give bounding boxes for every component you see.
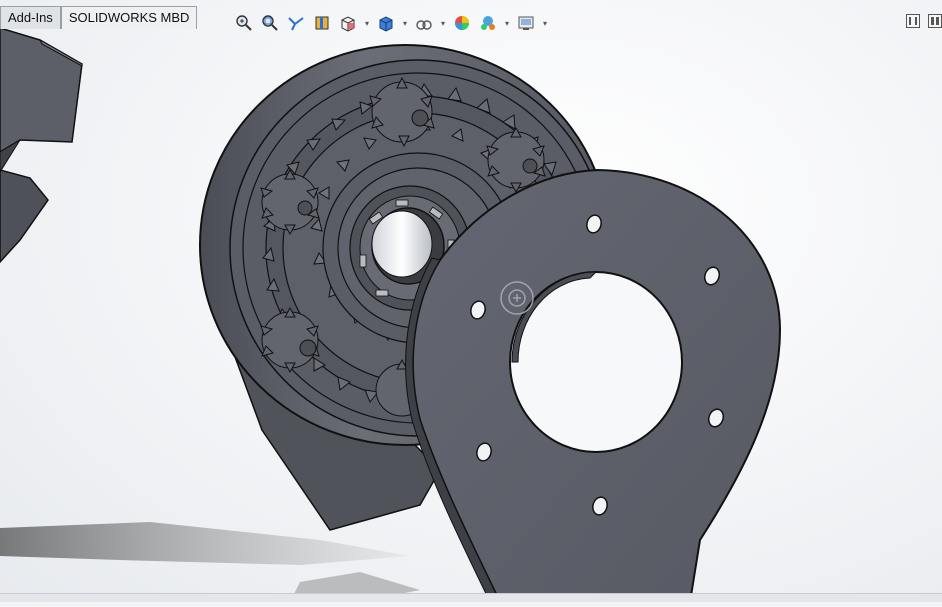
offscreen-part[interactable] bbox=[0, 27, 83, 264]
ground-shadow bbox=[0, 522, 410, 565]
chevron-down-icon[interactable]: ▾ bbox=[502, 11, 512, 35]
cover-plate[interactable] bbox=[405, 168, 782, 603]
command-manager-tabs: Add-Ins SOLIDWORKS MBD bbox=[0, 0, 198, 30]
chevron-down-icon[interactable]: ▾ bbox=[362, 11, 372, 35]
hide-show-items-icon[interactable] bbox=[412, 11, 436, 35]
viewport-window-buttons bbox=[906, 14, 942, 28]
chevron-down-icon[interactable]: ▾ bbox=[400, 11, 410, 35]
zoom-to-area-icon[interactable] bbox=[258, 11, 282, 35]
status-strip bbox=[0, 593, 942, 602]
apply-scene-icon[interactable] bbox=[476, 11, 500, 35]
tab-add-ins[interactable]: Add-Ins bbox=[0, 6, 61, 29]
section-view-icon[interactable] bbox=[310, 11, 334, 35]
heads-up-view-toolbar: ▾ ▾ ▾ ▾ ▾ bbox=[232, 10, 550, 36]
display-style-icon[interactable] bbox=[374, 11, 398, 35]
tile-horizontal-icon[interactable] bbox=[906, 14, 920, 28]
view-orientation-icon[interactable] bbox=[336, 11, 360, 35]
tile-vertical-icon[interactable] bbox=[928, 14, 942, 28]
zoom-to-fit-icon[interactable] bbox=[232, 11, 256, 35]
tab-solidworks-mbd[interactable]: SOLIDWORKS MBD bbox=[60, 6, 198, 29]
edit-appearance-icon[interactable] bbox=[450, 11, 474, 35]
model-view[interactable] bbox=[0, 0, 942, 603]
view-settings-icon[interactable] bbox=[514, 11, 538, 35]
chevron-down-icon[interactable]: ▾ bbox=[540, 11, 550, 35]
graphics-viewport[interactable] bbox=[0, 0, 942, 603]
previous-view-icon[interactable] bbox=[284, 11, 308, 35]
chevron-down-icon[interactable]: ▾ bbox=[438, 11, 448, 35]
